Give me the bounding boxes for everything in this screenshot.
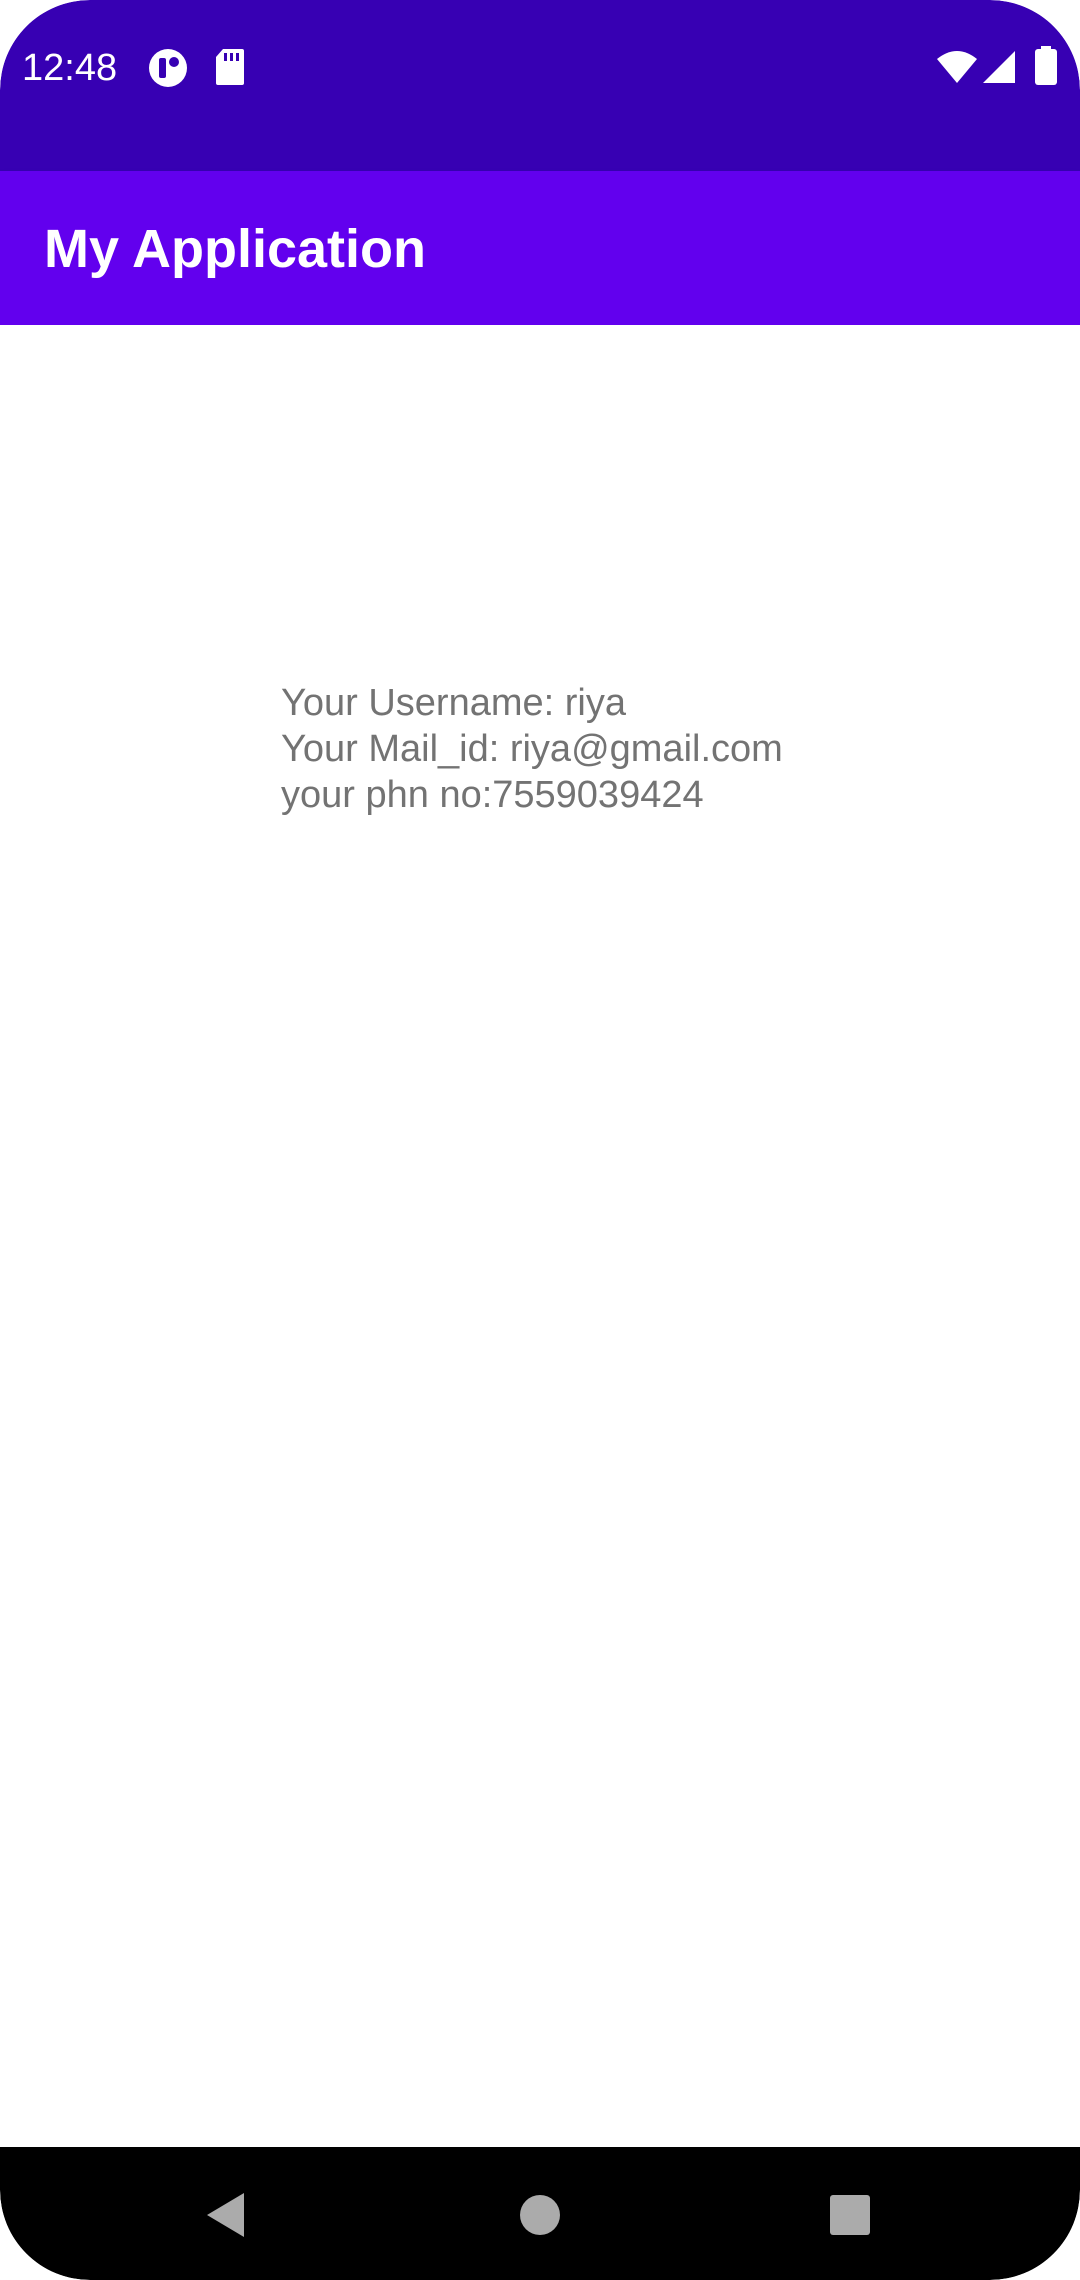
cell-signal-icon bbox=[982, 50, 1016, 89]
status-bar: 12:48 bbox=[0, 0, 1080, 171]
notification-app-icon bbox=[148, 48, 188, 93]
phone-screen: 12:48 My Application Your Username: riya… bbox=[0, 0, 1080, 2280]
battery-icon bbox=[1034, 46, 1058, 91]
home-icon bbox=[520, 2195, 560, 2235]
app-bar: My Application bbox=[0, 171, 1080, 325]
status-time: 12:48 bbox=[22, 47, 118, 89]
wifi-icon bbox=[936, 50, 978, 89]
app-title: My Application bbox=[44, 219, 427, 279]
user-info-text: Your Username: riya Your Mail_id: riya@g… bbox=[281, 680, 783, 818]
navigation-bar bbox=[0, 2147, 1080, 2280]
recents-icon bbox=[830, 2195, 870, 2235]
recents-button[interactable] bbox=[810, 2175, 890, 2255]
back-button[interactable] bbox=[186, 2175, 266, 2255]
sd-card-icon bbox=[215, 48, 245, 91]
username-line: Your Username: riya bbox=[281, 682, 626, 724]
mail-line: Your Mail_id: riya@gmail.com bbox=[281, 728, 783, 770]
back-icon bbox=[207, 2193, 244, 2237]
home-button[interactable] bbox=[500, 2175, 580, 2255]
main-content: Your Username: riya Your Mail_id: riya@g… bbox=[0, 325, 1080, 2147]
phone-line: your phn no:7559039424 bbox=[281, 774, 704, 816]
